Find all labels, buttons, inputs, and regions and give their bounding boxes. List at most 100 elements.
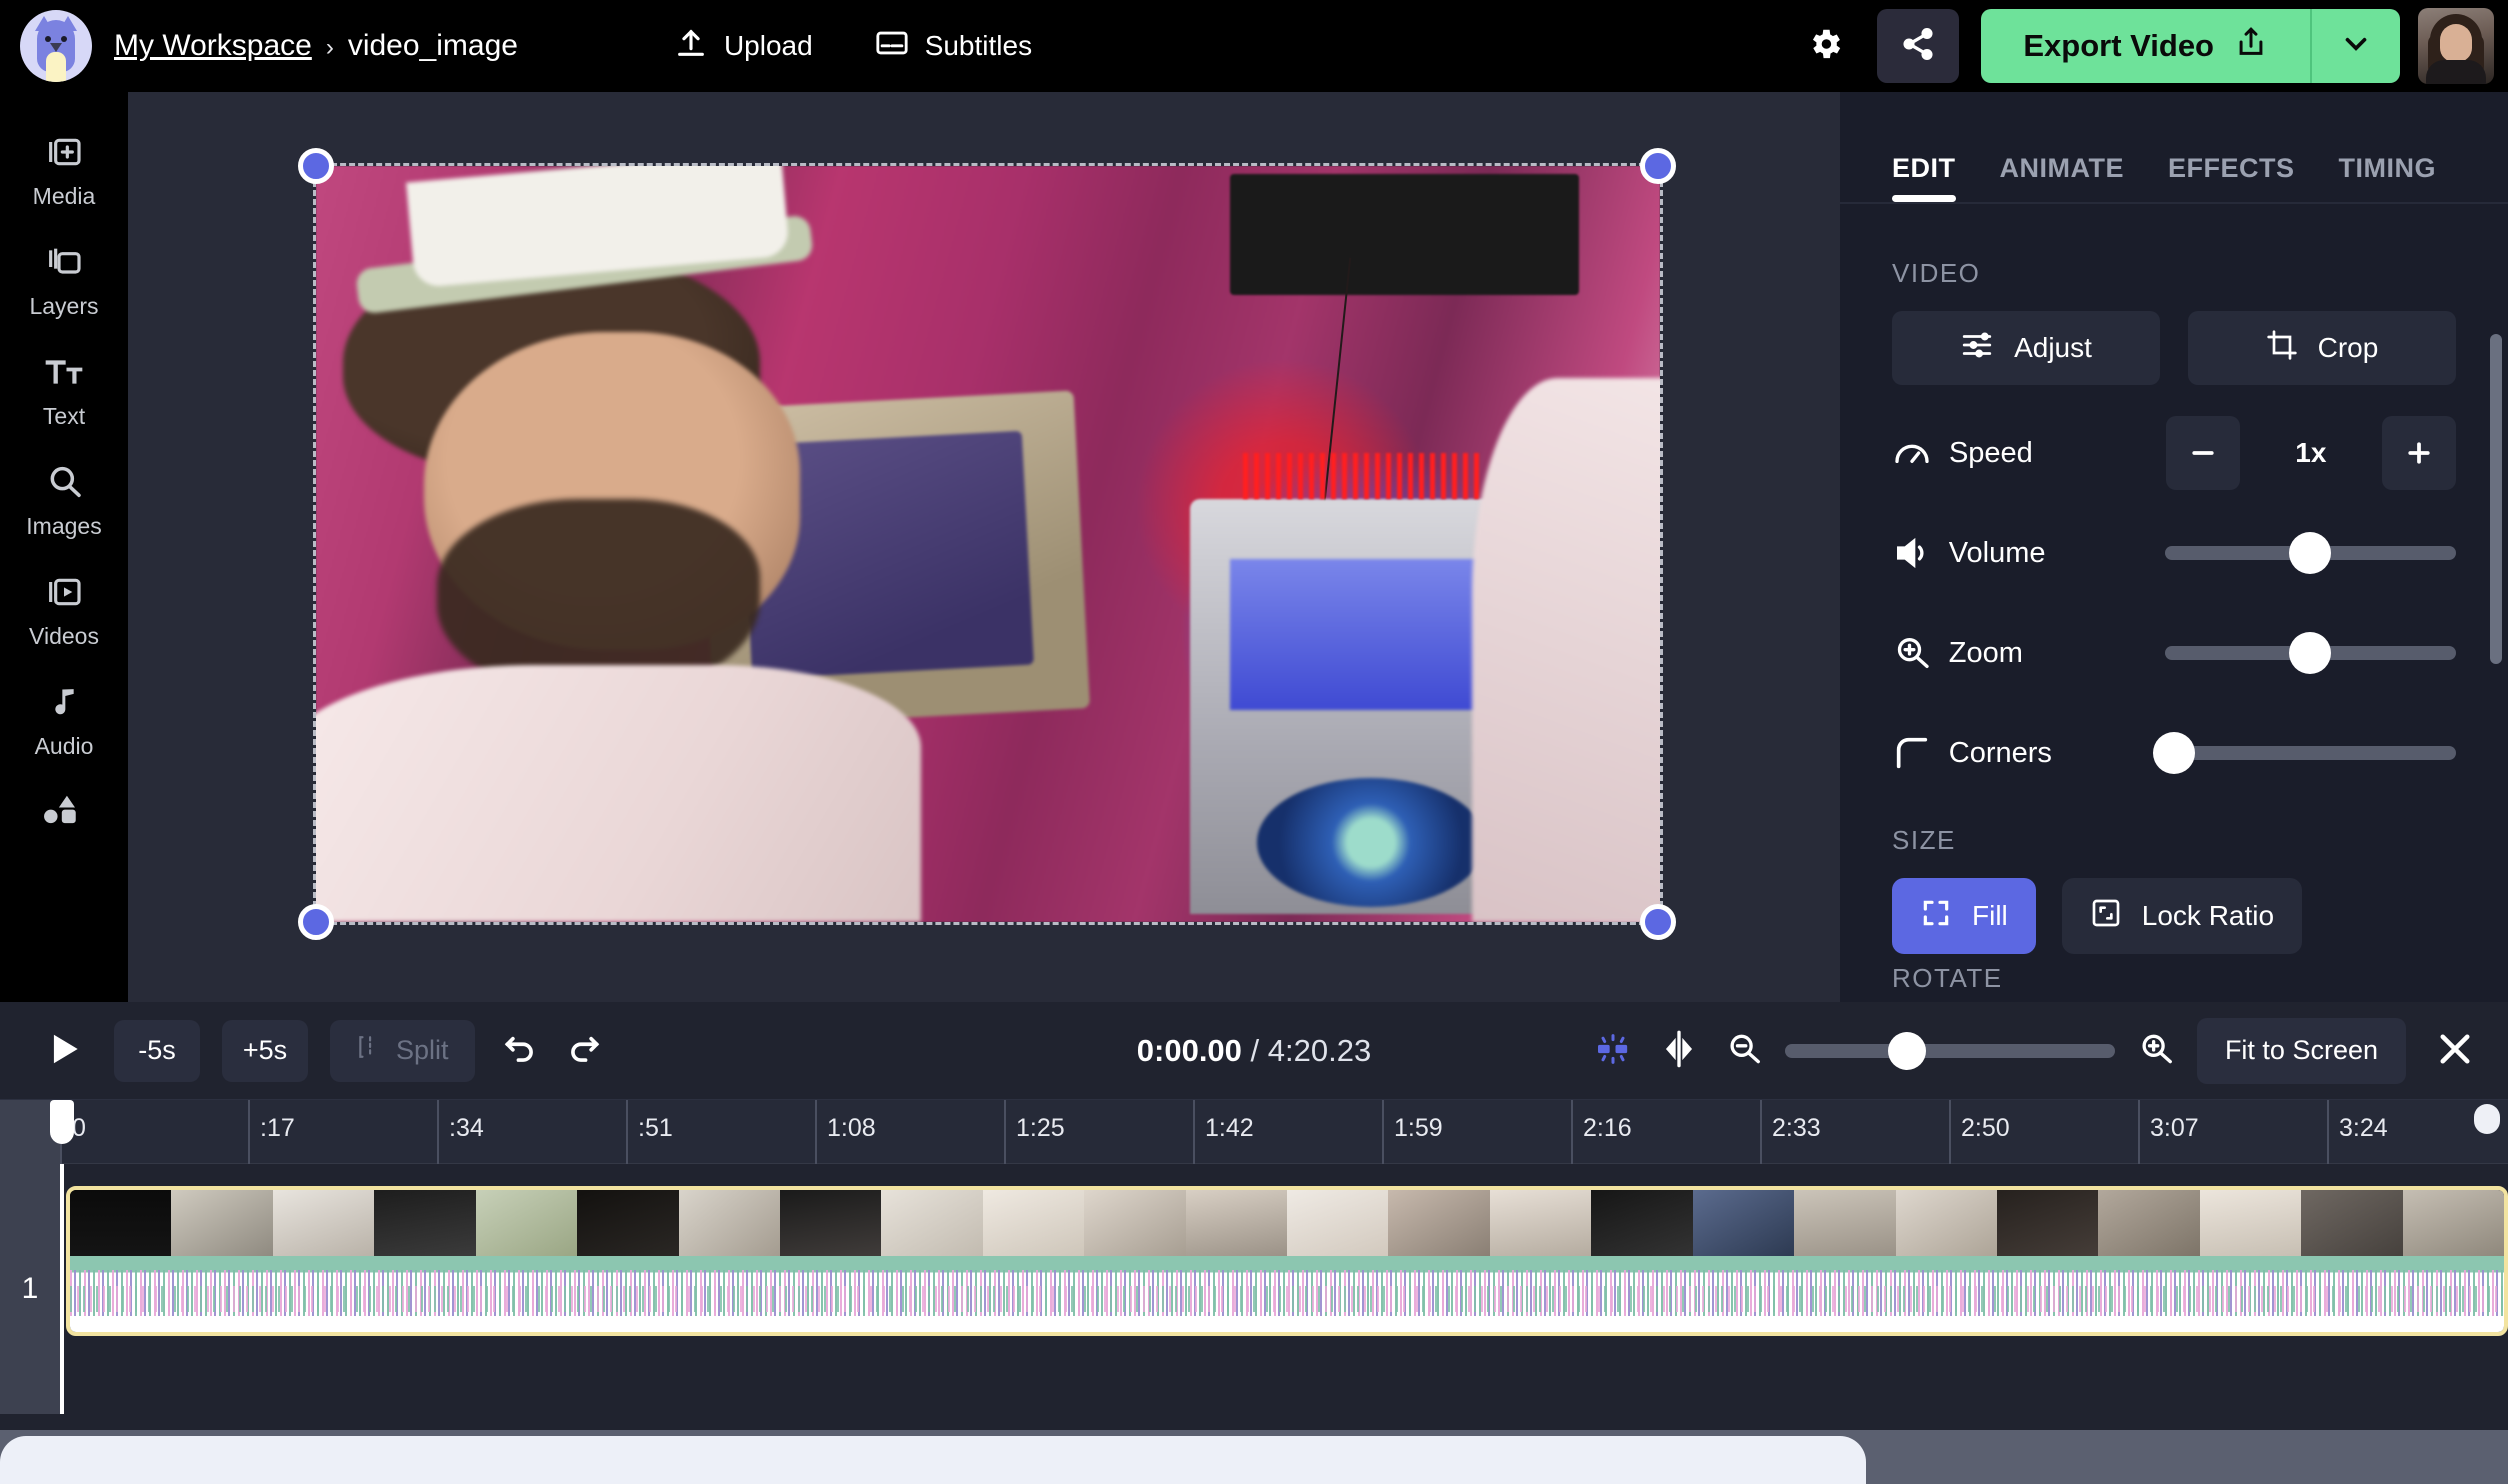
flip-icon	[1659, 1029, 1699, 1072]
speed-increase-button[interactable]	[2381, 416, 2456, 490]
playhead-knob[interactable]	[50, 1100, 74, 1144]
ruler-tick: 2:50	[1949, 1100, 2010, 1164]
gear-icon	[1806, 25, 1844, 68]
ruler-tick: 1:25	[1004, 1100, 1065, 1164]
undo-button[interactable]	[501, 1030, 539, 1071]
volume-slider-knob[interactable]	[2289, 532, 2332, 574]
sidebar-label-audio: Audio	[34, 733, 94, 759]
timeline-ruler[interactable]: 0 :17 :34 :51 1:08 1:25 1:42 1:59 2:16 2…	[0, 1100, 2508, 1164]
forward-5s-button[interactable]: +5s	[222, 1019, 308, 1082]
chevron-down-icon	[2339, 27, 2373, 66]
timeline-vertical-scroll-handle[interactable]	[2474, 1104, 2500, 1134]
speed-value: 1x	[2295, 437, 2327, 468]
sidebar-item-shapes[interactable]	[0, 780, 128, 849]
breadcrumb-workspace[interactable]: My Workspace	[114, 29, 312, 63]
timeline-zoom-knob[interactable]	[1887, 1031, 1926, 1070]
music-note-icon	[44, 682, 84, 727]
timeline-zoom-in-button[interactable]	[2137, 1030, 2175, 1071]
crop-icon	[2266, 329, 2298, 368]
export-options-button[interactable]	[2310, 9, 2400, 83]
timeline-tracks: 1	[0, 1164, 2508, 1414]
fill-button[interactable]: Fill	[1892, 878, 2036, 954]
adjust-button[interactable]: Adjust	[1892, 311, 2160, 385]
control-corners: Corners	[1892, 703, 2456, 803]
timeline-panel: -5s +5s Split 0:00.00 / 4:20.23 Fit to S…	[0, 1002, 2508, 1484]
ruler-tick: :34	[437, 1100, 484, 1164]
settings-button[interactable]	[1795, 16, 1855, 76]
corners-slider[interactable]	[2152, 732, 2456, 774]
ruler-tick: 1:08	[815, 1100, 876, 1164]
back-5s-button[interactable]: -5s	[114, 1019, 200, 1082]
tab-edit[interactable]: EDIT	[1892, 153, 1956, 202]
sidebar-item-videos[interactable]: Videos	[0, 560, 128, 662]
ruler-tick: 3:07	[2138, 1100, 2199, 1164]
corners-slider-knob[interactable]	[2152, 732, 2195, 774]
timeline-zoom-out-button[interactable]	[1725, 1030, 1763, 1071]
total-time: 4:20.23	[1267, 1032, 1372, 1068]
subtitles-label: Subtitles	[924, 30, 1033, 61]
close-timeline-button[interactable]	[2434, 1028, 2476, 1073]
zoom-slider-knob[interactable]	[2289, 632, 2332, 674]
volume-slider[interactable]	[2164, 532, 2456, 574]
crop-button[interactable]: Crop	[2188, 311, 2456, 385]
control-zoom: Zoom	[1892, 603, 2456, 703]
share-button[interactable]	[1877, 9, 1960, 83]
resize-handle-top-right[interactable]	[1640, 148, 1676, 184]
upload-button[interactable]: Upload	[674, 26, 813, 67]
video-preview[interactable]	[313, 163, 1663, 925]
timeline-scrollbar-thumb[interactable]	[0, 1436, 1866, 1484]
play-icon	[46, 1027, 84, 1074]
panel-scrollbar[interactable]	[2490, 334, 2502, 664]
ruler-tick: 2:33	[1760, 1100, 1821, 1164]
redo-button[interactable]	[565, 1030, 603, 1071]
speed-stepper: 1x	[2165, 416, 2456, 490]
sidebar-item-images[interactable]: Images	[0, 450, 128, 552]
app-logo[interactable]	[20, 10, 92, 82]
zoom-slider[interactable]	[2164, 632, 2456, 674]
timeline-right-controls: Fit to Screen	[1567, 1017, 2484, 1084]
sidebar-label-images: Images	[26, 513, 102, 539]
user-avatar[interactable]	[2418, 8, 2494, 84]
resize-handle-bottom-right[interactable]	[1640, 904, 1676, 940]
export-video-label: Export Video	[2023, 28, 2214, 63]
control-speed: Speed 1x	[1892, 403, 2456, 503]
corner-radius-icon	[1892, 733, 1949, 773]
split-button[interactable]: Split	[330, 1019, 475, 1082]
resize-handle-top-left[interactable]	[298, 148, 334, 184]
speed-label: Speed	[1948, 436, 2033, 469]
tab-effects[interactable]: EFFECTS	[2168, 153, 2295, 202]
adjust-icon	[1960, 328, 1994, 369]
sidebar-item-media[interactable]: Media	[0, 120, 128, 222]
sidebar-item-text[interactable]: Text	[0, 340, 128, 442]
zoom-in-icon	[1892, 633, 1949, 673]
fit-to-screen-button[interactable]: Fit to Screen	[2196, 1017, 2406, 1084]
timeline-clip[interactable]	[66, 1186, 2508, 1336]
export-video-button[interactable]: Export Video	[1981, 9, 2310, 83]
playhead-line[interactable]	[60, 1164, 64, 1414]
play-button[interactable]	[38, 1027, 92, 1074]
time-divider: /	[1250, 1032, 1260, 1068]
sidebar-item-layers[interactable]: Layers	[0, 230, 128, 332]
snap-button[interactable]	[1593, 1029, 1633, 1072]
speed-decrease-button[interactable]	[2165, 416, 2240, 490]
sidebar-item-audio[interactable]: Audio	[0, 670, 128, 772]
tab-timing[interactable]: TIMING	[2339, 153, 2437, 202]
tab-animate[interactable]: ANIMATE	[2000, 153, 2125, 202]
subtitles-button[interactable]: Subtitles	[875, 26, 1032, 67]
timeline-zoom-slider[interactable]	[1784, 1031, 2115, 1070]
undo-icon	[501, 1030, 539, 1071]
canvas-stage[interactable]	[128, 92, 1840, 1068]
breadcrumb-project[interactable]: video_image	[348, 29, 518, 63]
share-icon	[1900, 26, 1936, 67]
flip-button[interactable]	[1659, 1029, 1699, 1072]
video-action-buttons: Adjust Crop	[1892, 311, 2456, 385]
resize-handle-bottom-left[interactable]	[298, 904, 334, 940]
right-properties-panel: EDIT ANIMATE EFFECTS TIMING VIDEO Adjust	[1840, 92, 2508, 1002]
split-label: Split	[396, 1035, 449, 1065]
layers-icon	[44, 242, 84, 287]
timeline-bottom-scroll[interactable]	[0, 1430, 2508, 1484]
adjust-label: Adjust	[2014, 332, 2092, 363]
lock-ratio-button[interactable]: Lock Ratio	[2061, 878, 2303, 954]
panel-tabs: EDIT ANIMATE EFFECTS TIMING	[1840, 92, 2508, 204]
corners-label: Corners	[1948, 736, 2052, 769]
